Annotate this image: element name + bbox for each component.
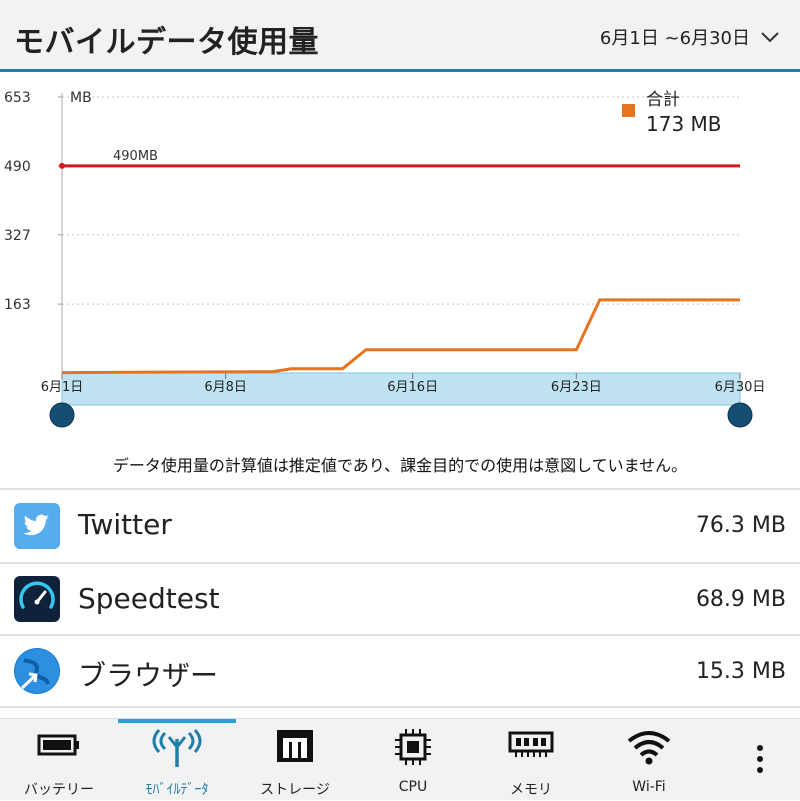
antenna-icon bbox=[152, 729, 202, 767]
y-tick-label: 327 bbox=[4, 228, 31, 244]
overflow-menu-icon[interactable] bbox=[740, 739, 780, 779]
date-range-label: 6月1日 ~6月30日 bbox=[599, 28, 750, 49]
range-end-handle[interactable] bbox=[727, 402, 753, 428]
tab-label: バッテリー bbox=[24, 782, 94, 798]
legend-total: 173 MB bbox=[646, 112, 722, 136]
x-tick-label: 6月23日 bbox=[551, 380, 602, 395]
tab-label: Wi-Fi bbox=[632, 779, 666, 795]
app-usage-value: 15.3 MB bbox=[695, 659, 786, 684]
tab-memory[interactable]: メモリ bbox=[472, 719, 590, 801]
limit-line-label: 490MB bbox=[113, 149, 158, 164]
tab-cpu[interactable]: CPU bbox=[354, 719, 472, 801]
speedtest-icon bbox=[14, 576, 60, 622]
tab-mobile-data[interactable]: ﾓﾊﾞｲﾙﾃﾞｰﾀ bbox=[118, 719, 236, 801]
data-usage-chart: 653 490 327 163 MB 6月1日 6月8日 6月16日 6月23日 6月30日 490… bbox=[4, 90, 766, 428]
legend-swatch bbox=[622, 104, 635, 117]
y-unit-label: MB bbox=[70, 90, 92, 106]
cpu-icon bbox=[395, 729, 431, 765]
tab-battery[interactable]: バッテリー bbox=[0, 719, 118, 801]
y-tick-label: 653 bbox=[4, 90, 31, 106]
estimate-notice: データ使用量の計算値は推定値であり、課金目的での使用は意図していません。 bbox=[112, 456, 688, 475]
twitter-icon bbox=[14, 503, 60, 549]
page-title: モバイルデータ使用量 bbox=[14, 25, 319, 60]
browser-icon bbox=[14, 648, 60, 694]
app-name: ブラウザー bbox=[78, 659, 219, 692]
legend-label: 合計 bbox=[646, 90, 680, 110]
tab-label: ﾓﾊﾞｲﾙﾃﾞｰﾀ bbox=[145, 782, 209, 798]
battery-icon bbox=[37, 734, 79, 756]
app-usage-value: 76.3 MB bbox=[695, 513, 786, 538]
tab-label: CPU bbox=[398, 779, 428, 795]
app-usage-value: 68.9 MB bbox=[695, 587, 786, 612]
y-tick-label: 163 bbox=[4, 297, 31, 313]
x-tick-label: 6月30日 bbox=[715, 380, 766, 395]
memory-icon bbox=[508, 731, 554, 757]
x-tick-label: 6月8日 bbox=[204, 380, 247, 395]
limit-line-marker bbox=[59, 162, 65, 169]
app-row-twitter[interactable]: Twitter 76.3 MB bbox=[0, 490, 800, 562]
app-name: Speedtest bbox=[78, 582, 220, 615]
chevron-down-icon bbox=[761, 32, 779, 43]
date-range-selector[interactable]: 6月1日 ~6月30日 bbox=[600, 24, 780, 50]
app-row-speedtest[interactable]: Speedtest 68.9 MB bbox=[0, 564, 800, 636]
wifi-icon bbox=[627, 731, 671, 765]
divider bbox=[0, 706, 800, 708]
app-name: Twitter bbox=[78, 508, 172, 541]
app-row-browser[interactable]: ブラウザー 15.3 MB bbox=[0, 636, 800, 708]
bottom-tab-bar: バッテリー ﾓﾊﾞｲﾙﾃﾞｰﾀ ストレージ CPU メモリ Wi-Fi bbox=[0, 718, 800, 800]
y-tick-label: 490 bbox=[4, 159, 31, 175]
series-line bbox=[61, 298, 740, 375]
storage-icon bbox=[277, 730, 313, 762]
range-start-handle[interactable] bbox=[49, 402, 75, 428]
x-tick-label: 6月1日 bbox=[41, 380, 84, 395]
app-header: モバイルデータ使用量 6月1日 ~6月30日 bbox=[0, 0, 800, 72]
tab-label: ストレージ bbox=[260, 782, 330, 798]
tab-label: メモリ bbox=[510, 782, 552, 798]
tab-storage[interactable]: ストレージ bbox=[236, 719, 354, 801]
tab-wifi[interactable]: Wi-Fi bbox=[590, 719, 708, 801]
x-tick-label: 6月16日 bbox=[387, 380, 438, 395]
